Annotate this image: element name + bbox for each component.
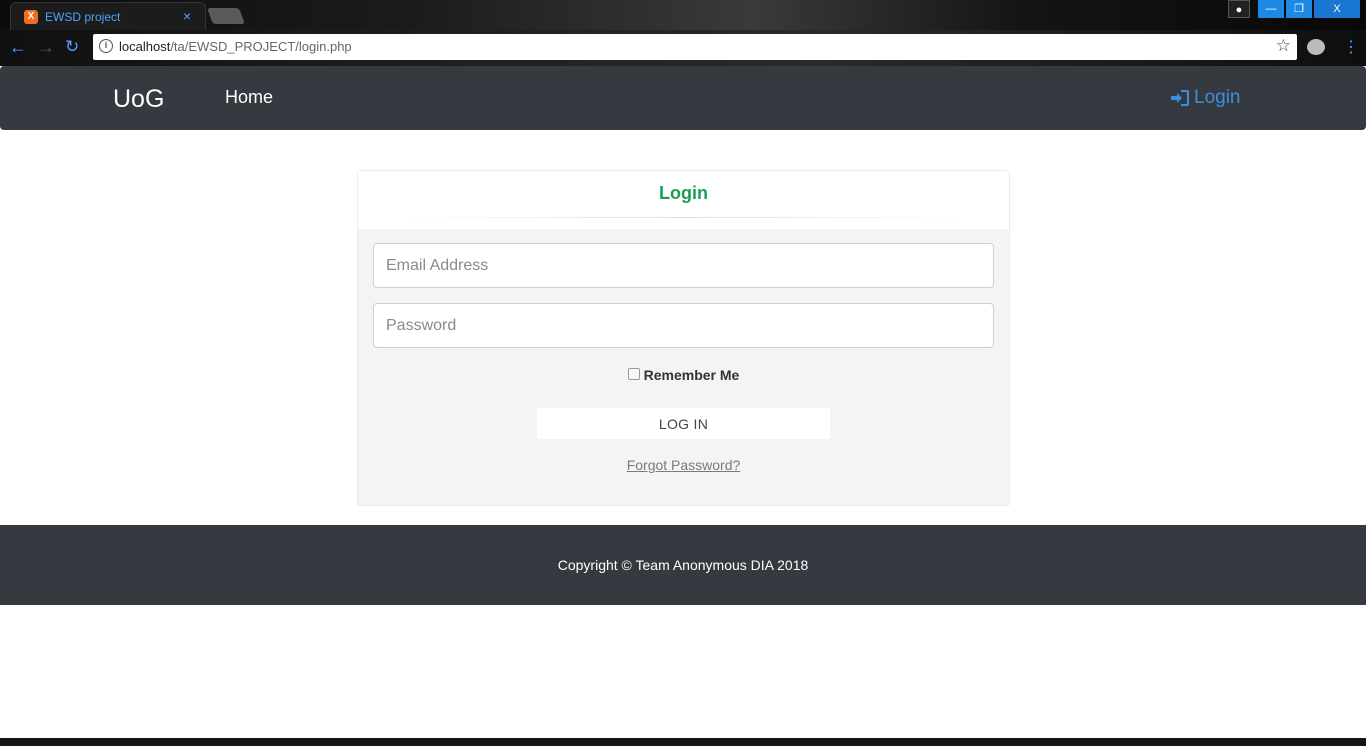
remember-me-checkbox[interactable]: [627, 367, 640, 380]
browser-titlebar: X EWSD project × ● — ❐ X: [0, 0, 1366, 30]
remember-me-row: Remember Me: [358, 367, 1009, 383]
site-footer: Copyright © Team Anonymous DIA 2018: [0, 525, 1366, 605]
back-arrow-icon[interactable]: ←: [9, 37, 27, 58]
login-button[interactable]: LOG IN: [537, 408, 830, 439]
xampp-favicon-icon: X: [24, 10, 38, 24]
minimize-button[interactable]: —: [1258, 0, 1284, 18]
url-text[interactable]: localhost/ta/EWSD_PROJECT/login.php: [119, 39, 352, 54]
browser-toolbar: ← → ↻ i localhost/ta/EWSD_PROJECT/login.…: [0, 30, 1366, 66]
brand-logo[interactable]: UoG: [113, 85, 164, 114]
email-field[interactable]: [373, 243, 994, 288]
nav-home-link[interactable]: Home: [225, 87, 273, 108]
password-field[interactable]: [373, 303, 994, 348]
new-tab-button[interactable]: [207, 8, 245, 24]
nav-login-label: Login: [1194, 87, 1241, 108]
reload-icon[interactable]: ↻: [65, 37, 79, 57]
site-navbar: UoG Home Login: [0, 66, 1366, 130]
remember-me-label[interactable]: Remember Me: [644, 367, 740, 383]
forgot-password-link[interactable]: Forgot Password?: [358, 457, 1009, 473]
nav-login-link[interactable]: Login: [1170, 87, 1241, 109]
taskbar: [0, 738, 1366, 746]
browser-menu-icon[interactable]: ⋮: [1343, 38, 1359, 58]
login-card: Login Remember Me LOG IN Forgot Password…: [357, 170, 1010, 506]
address-bar[interactable]: i localhost/ta/EWSD_PROJECT/login.php ☆: [93, 34, 1297, 60]
window-controls: ● — ❐ X: [1228, 0, 1360, 18]
forward-arrow-icon[interactable]: →: [37, 37, 55, 58]
login-card-header: Login: [358, 171, 1009, 229]
tab-title: EWSD project: [45, 10, 121, 24]
restore-button[interactable]: ❐: [1286, 0, 1312, 18]
profile-icon[interactable]: ●: [1228, 0, 1250, 18]
bookmark-star-icon[interactable]: ☆: [1276, 36, 1291, 56]
browser-tab[interactable]: X EWSD project ×: [10, 2, 206, 30]
login-title: Login: [659, 183, 708, 203]
info-icon[interactable]: i: [99, 39, 113, 53]
copyright-text: Copyright © Team Anonymous DIA 2018: [557, 557, 809, 573]
tab-close-icon[interactable]: ×: [183, 8, 191, 24]
close-window-button[interactable]: X: [1314, 0, 1360, 18]
sign-in-icon: [1171, 90, 1189, 106]
extension-icon[interactable]: [1307, 39, 1325, 55]
